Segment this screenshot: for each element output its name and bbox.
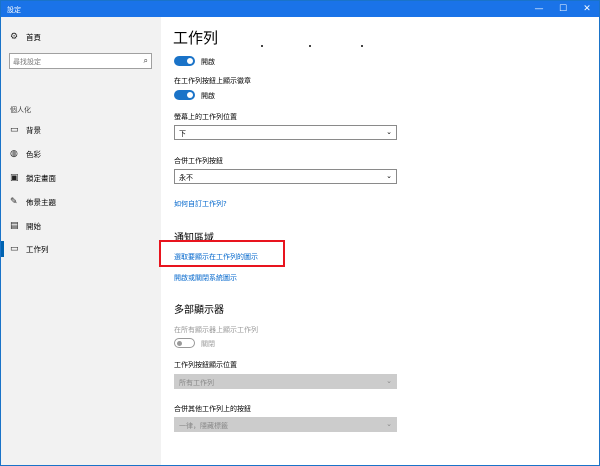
dropdown-value: 下: [179, 130, 186, 138]
position-label: 螢幕上的工作列位置: [174, 113, 237, 121]
system-icons-link[interactable]: 開啟或關閉系統圖示: [174, 273, 237, 283]
sidebar-item-label: 工作列: [26, 245, 49, 254]
sidebar-item-taskbar[interactable]: ▭ 工作列: [1, 239, 161, 259]
sidebar-item-colors[interactable]: ◍ 色彩: [1, 144, 161, 164]
chevron-down-icon: ⌄: [386, 420, 392, 428]
toggle-state: 開啟: [201, 58, 215, 66]
page-title: 工作列: [173, 29, 219, 47]
multiple-displays-heading: 多部顯示器: [174, 305, 224, 316]
search-placeholder: 尋找設定: [13, 58, 41, 66]
taskbar-icon: ▭: [10, 244, 19, 254]
buttons-location-label: 工作列按鈕顯示位置: [174, 361, 237, 369]
toggle-knob: [187, 58, 193, 64]
gear-icon: ⚙: [10, 32, 19, 42]
show-all-displays-state: 關閉: [201, 340, 215, 348]
sidebar-item-label: 首頁: [26, 33, 41, 42]
show-all-displays-label: 在所有顯示器上顯示工作列: [174, 326, 258, 334]
close-button[interactable]: ✕: [575, 1, 599, 17]
sidebar-item-label: 背景: [26, 126, 41, 135]
badges-toggle[interactable]: [174, 90, 195, 100]
minimize-button[interactable]: —: [527, 1, 551, 17]
position-dropdown[interactable]: 下 ⌄: [174, 125, 397, 140]
maximize-button[interactable]: ☐: [551, 1, 575, 17]
scroll-artifact: [361, 45, 363, 47]
customize-taskbar-link[interactable]: 如何自訂工作列?: [174, 199, 227, 209]
section-heading: 個人化: [10, 106, 31, 114]
monitor-icon: ▣: [10, 173, 19, 183]
active-indicator: [1, 241, 4, 257]
window-title: 設定: [7, 6, 21, 14]
search-icon[interactable]: ⌕: [144, 56, 148, 66]
chevron-down-icon: ⌄: [386, 128, 392, 136]
combine-other-label: 合併其他工作列上的按鈕: [174, 405, 251, 413]
sidebar-item-themes[interactable]: ✎ 佈景主題: [1, 192, 161, 212]
title-bar: 設定 — ☐ ✕: [1, 1, 599, 17]
sidebar-item-lockscreen[interactable]: ▣ 鎖定畫面: [1, 168, 161, 188]
sidebar-item-home[interactable]: ⚙ 首頁: [1, 27, 161, 47]
combine-dropdown[interactable]: 永不 ⌄: [174, 169, 397, 184]
chevron-down-icon: ⌄: [386, 377, 392, 385]
chevron-down-icon: ⌄: [386, 172, 392, 180]
sidebar: ⚙ 首頁 尋找設定 ⌕ 個人化 ▭ 背景 ◍ 色彩 ▣ 鎖定畫面 ✎ 佈景主題 …: [1, 17, 161, 465]
sidebar-item-label: 佈景主題: [26, 198, 56, 207]
toggle-knob: [177, 340, 182, 346]
combine-label: 合併工作列按鈕: [174, 157, 223, 165]
settings-window: 設定 — ☐ ✕ ⚙ 首頁 尋找設定 ⌕ 個人化 ▭ 背景 ◍ 色彩 ▣ 鎖定畫…: [0, 0, 600, 466]
image-icon: ▭: [10, 125, 19, 135]
dropdown-value: 永不: [179, 174, 193, 182]
badges-label: 在工作列按鈕上顯示徽章: [174, 77, 251, 85]
sidebar-item-start[interactable]: ▤ 開始: [1, 216, 161, 236]
scroll-artifact: [261, 45, 263, 47]
search-input[interactable]: 尋找設定 ⌕: [9, 53, 152, 69]
dropdown-value: 一律，隱藏標籤: [179, 422, 228, 430]
highlight-box: [159, 240, 285, 267]
toggle-switch[interactable]: [174, 56, 195, 66]
sidebar-item-label: 色彩: [26, 150, 41, 159]
buttons-location-dropdown[interactable]: 所有工作列 ⌄: [174, 374, 397, 389]
sidebar-item-label: 鎖定畫面: [26, 174, 56, 183]
show-all-displays-toggle[interactable]: [174, 338, 195, 348]
combine-other-dropdown[interactable]: 一律，隱藏標籤 ⌄: [174, 417, 397, 432]
sidebar-item-label: 開始: [26, 222, 41, 231]
badges-state: 開啟: [201, 92, 215, 100]
dropdown-value: 所有工作列: [179, 379, 214, 387]
sidebar-item-background[interactable]: ▭ 背景: [1, 120, 161, 140]
scroll-artifact: [309, 45, 311, 47]
palette-icon: ◍: [10, 149, 18, 159]
start-icon: ▤: [10, 221, 19, 231]
brush-icon: ✎: [10, 197, 18, 207]
toggle-knob: [187, 92, 193, 98]
